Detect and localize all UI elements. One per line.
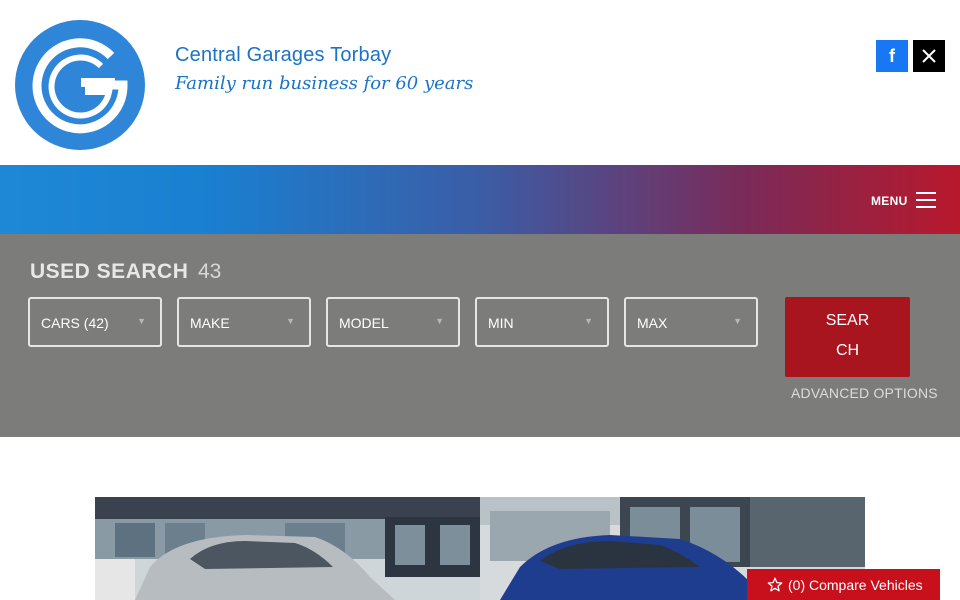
hamburger-menu-icon[interactable] — [916, 192, 936, 208]
dropdown-arrow-icon: ▼ — [733, 316, 742, 326]
site-header: Central Garages Torbay Family run busine… — [0, 0, 960, 165]
brand-tagline: Family run business for 60 years — [175, 73, 474, 94]
select-label: MAKE — [190, 315, 230, 331]
select-label: MAX — [637, 315, 668, 331]
dropdown-arrow-icon: ▼ — [584, 316, 593, 326]
x-link[interactable] — [913, 40, 945, 72]
car-listing-photo[interactable] — [95, 497, 480, 600]
model-select[interactable]: MODEL ▼ — [326, 297, 460, 347]
make-select[interactable]: MAKE ▼ — [177, 297, 311, 347]
advanced-options-link[interactable]: ADVANCED OPTIONS — [791, 385, 938, 401]
dropdown-arrow-icon: ▼ — [137, 316, 146, 326]
max-price-select[interactable]: MAX ▼ — [624, 297, 758, 347]
vehicle-type-select[interactable]: CARS (42) ▼ — [28, 297, 162, 347]
facebook-icon: f — [889, 45, 895, 66]
facebook-link[interactable]: f — [876, 40, 908, 72]
select-label: CARS (42) — [41, 315, 109, 331]
star-outline-icon — [767, 577, 783, 591]
search-button-line2: CH — [835, 342, 860, 359]
search-result-count: 43 — [198, 260, 222, 283]
dropdown-arrow-icon: ▼ — [435, 316, 444, 326]
dropdown-arrow-icon: ▼ — [286, 316, 295, 326]
garage-logo[interactable] — [15, 20, 145, 150]
search-button-line1: SEAR — [825, 312, 870, 329]
x-icon — [922, 49, 936, 63]
select-label: MODEL — [339, 315, 389, 331]
used-search-panel: USED SEARCH 43 CARS (42) ▼ MAKE ▼ MODEL … — [0, 234, 960, 437]
compare-vehicles-button[interactable]: (0) Compare Vehicles — [747, 569, 940, 600]
brand-title[interactable]: Central Garages Torbay — [175, 44, 391, 67]
compare-label: (0) Compare Vehicles — [788, 576, 923, 593]
select-label: MIN — [488, 315, 514, 331]
min-price-select[interactable]: MIN ▼ — [475, 297, 609, 347]
search-title: USED SEARCH — [30, 260, 189, 283]
car-photo-image — [95, 497, 480, 600]
menu-label[interactable]: MENU — [871, 194, 908, 208]
search-button[interactable]: SEAR CH — [785, 297, 910, 377]
main-navbar: MENU — [0, 165, 960, 234]
